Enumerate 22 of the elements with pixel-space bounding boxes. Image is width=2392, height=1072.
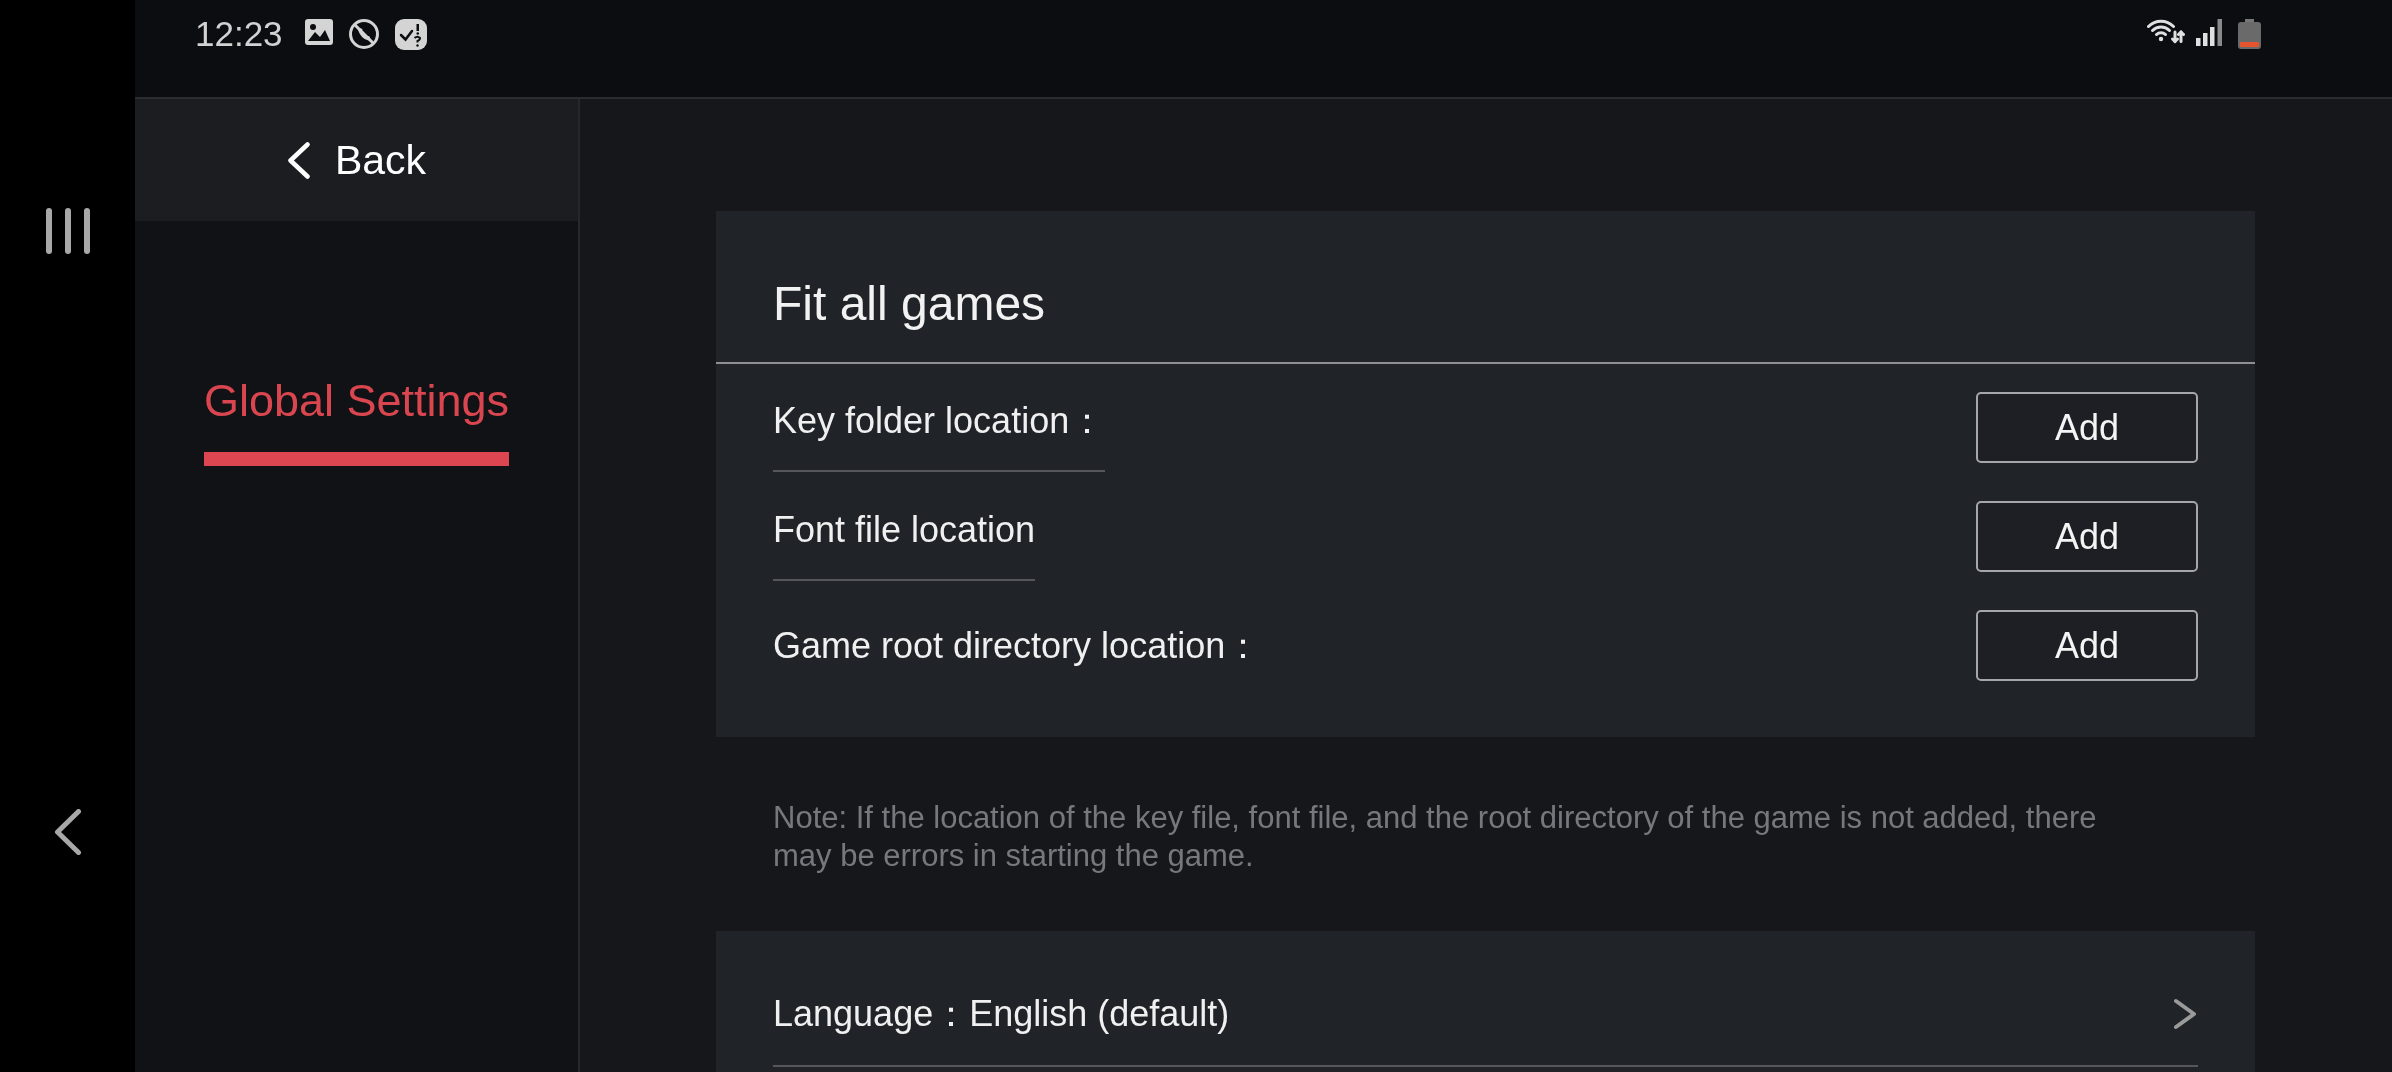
add-button[interactable]: Add bbox=[1976, 610, 2198, 681]
image-icon bbox=[304, 19, 333, 45]
setting-option[interactable]: Language：English (default) bbox=[773, 931, 2198, 1065]
row-label: Game root directory location： bbox=[773, 624, 1262, 668]
sidebar-tab[interactable]: Global Settings bbox=[203, 375, 510, 466]
clock-time: 12:23 bbox=[195, 14, 283, 54]
recent-apps-icon[interactable] bbox=[45, 208, 90, 254]
note-text: Note: If the location of the key file, font file, and the root directory of the game is not added, there may be errors in starting the game. bbox=[773, 799, 2098, 875]
row-label: Key folder location： bbox=[773, 399, 1106, 472]
add-button[interactable]: Add bbox=[1976, 501, 2198, 572]
card-title: Fit all games bbox=[772, 276, 1047, 332]
check-badge-icon bbox=[394, 19, 427, 50]
phone-crossed-icon bbox=[348, 19, 379, 49]
signal-icon bbox=[2196, 19, 2222, 46]
back-icon[interactable] bbox=[53, 809, 82, 855]
add-button[interactable]: Add bbox=[1976, 392, 2198, 463]
chevron-left-icon bbox=[286, 141, 311, 179]
battery-icon bbox=[2238, 19, 2261, 49]
wifi-icon bbox=[2147, 19, 2185, 44]
chevron-right-icon bbox=[2172, 998, 2198, 1030]
row-label: Font file location bbox=[773, 508, 1036, 581]
back-button[interactable]: Back bbox=[135, 99, 578, 221]
